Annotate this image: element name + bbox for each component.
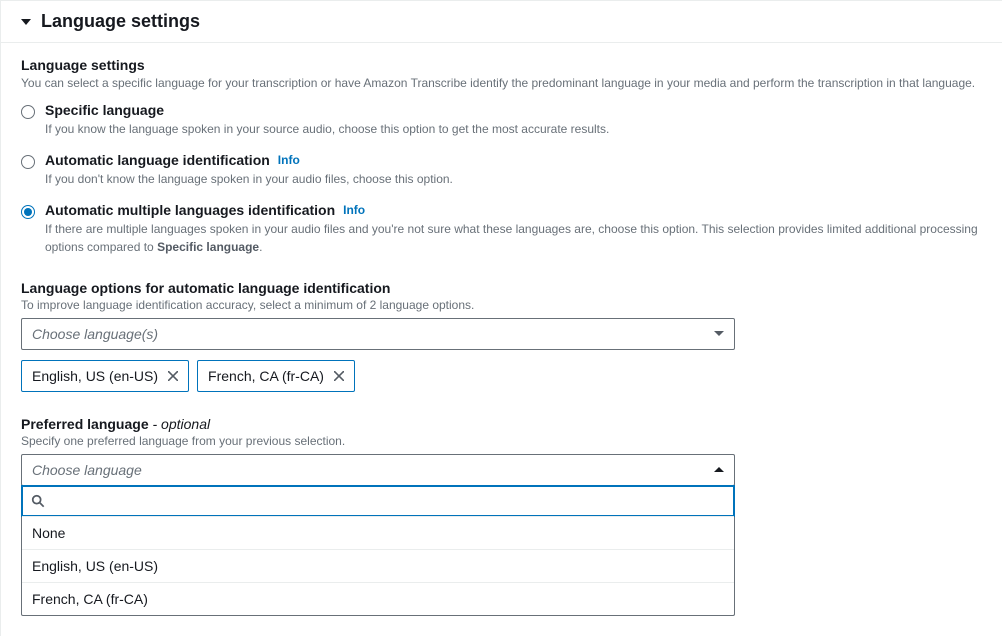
radio-desc: If you know the language spoken in your …: [45, 120, 982, 138]
selected-language-tags: English, US (en-US) French, CA (fr-CA): [21, 360, 982, 392]
field-title: Language options for automatic language …: [21, 280, 982, 296]
field-desc: Specify one preferred language from your…: [21, 434, 982, 448]
title-optional: - optional: [153, 416, 211, 432]
preferred-language-field: Preferred language - optional Specify on…: [21, 416, 982, 616]
tag-english-us: English, US (en-US): [21, 360, 189, 392]
dropdown-search[interactable]: [21, 485, 735, 517]
radio-label: Automatic multiple languages identificat…: [45, 202, 335, 218]
desc-text-bold: Specific language: [157, 240, 259, 254]
language-settings-section: Language settings You can select a speci…: [21, 57, 982, 92]
language-options-field: Language options for automatic language …: [21, 280, 982, 392]
preferred-language-dropdown: None English, US (en-US) French, CA (fr-…: [21, 485, 735, 616]
radio-desc: If there are multiple languages spoken i…: [45, 220, 982, 256]
radio-label: Specific language: [45, 102, 164, 118]
radio-auto-language[interactable]: Automatic language identification Info I…: [21, 152, 982, 188]
select-placeholder: Choose language: [32, 462, 142, 478]
language-options-select[interactable]: Choose language(s): [21, 318, 735, 350]
field-title: Preferred language - optional: [21, 416, 982, 432]
info-link[interactable]: Info: [278, 153, 300, 167]
dropdown-search-input[interactable]: [53, 493, 725, 509]
select-placeholder: Choose language(s): [32, 326, 158, 342]
panel-title: Language settings: [41, 11, 200, 32]
radio-auto-multiple-languages[interactable]: Automatic multiple languages identificat…: [21, 202, 982, 256]
tag-remove-button[interactable]: [168, 371, 178, 381]
radio-desc: If you don't know the language spoken in…: [45, 170, 982, 188]
caret-up-icon: [714, 467, 724, 472]
radio-specific-language[interactable]: Specific language If you know the langua…: [21, 102, 982, 138]
search-icon: [31, 494, 45, 508]
radio-icon: [21, 105, 35, 119]
section-title: Language settings: [21, 57, 982, 73]
radio-icon: [21, 155, 35, 169]
preferred-language-select[interactable]: Choose language: [21, 454, 735, 486]
tag-french-ca: French, CA (fr-CA): [197, 360, 355, 392]
panel-header[interactable]: Language settings: [1, 1, 1002, 43]
title-main: Preferred language: [21, 416, 153, 432]
radio-icon-selected: [21, 205, 35, 219]
tag-remove-button[interactable]: [334, 371, 344, 381]
section-desc: You can select a specific language for y…: [21, 75, 982, 92]
tag-label: French, CA (fr-CA): [208, 368, 324, 384]
option-english-us[interactable]: English, US (en-US): [22, 549, 734, 582]
caret-down-icon: [714, 331, 724, 336]
field-desc: To improve language identification accur…: [21, 298, 982, 312]
desc-text-c: .: [259, 240, 262, 254]
option-none[interactable]: None: [22, 516, 734, 549]
tag-label: English, US (en-US): [32, 368, 158, 384]
option-french-ca[interactable]: French, CA (fr-CA): [22, 582, 734, 615]
collapse-triangle-icon: [21, 19, 31, 25]
x-icon: [168, 371, 178, 381]
radio-label: Automatic language identification: [45, 152, 270, 168]
info-link[interactable]: Info: [343, 203, 365, 217]
x-icon: [334, 371, 344, 381]
language-mode-radio-group: Specific language If you know the langua…: [21, 102, 982, 256]
